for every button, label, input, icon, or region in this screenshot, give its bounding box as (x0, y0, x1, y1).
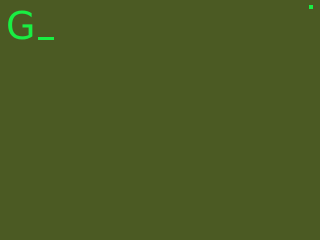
text-block-1 (30, 51, 106, 85)
text-block-4 (215, 132, 295, 174)
cursor-underscore-icon (38, 37, 55, 40)
top-nav[interactable] (309, 5, 316, 9)
brand-logo: G (6, 4, 66, 48)
text-block-3 (58, 116, 136, 166)
brand-glyph: G (6, 4, 35, 48)
nav-square-icon (309, 5, 313, 9)
text-block-2 (188, 68, 266, 108)
